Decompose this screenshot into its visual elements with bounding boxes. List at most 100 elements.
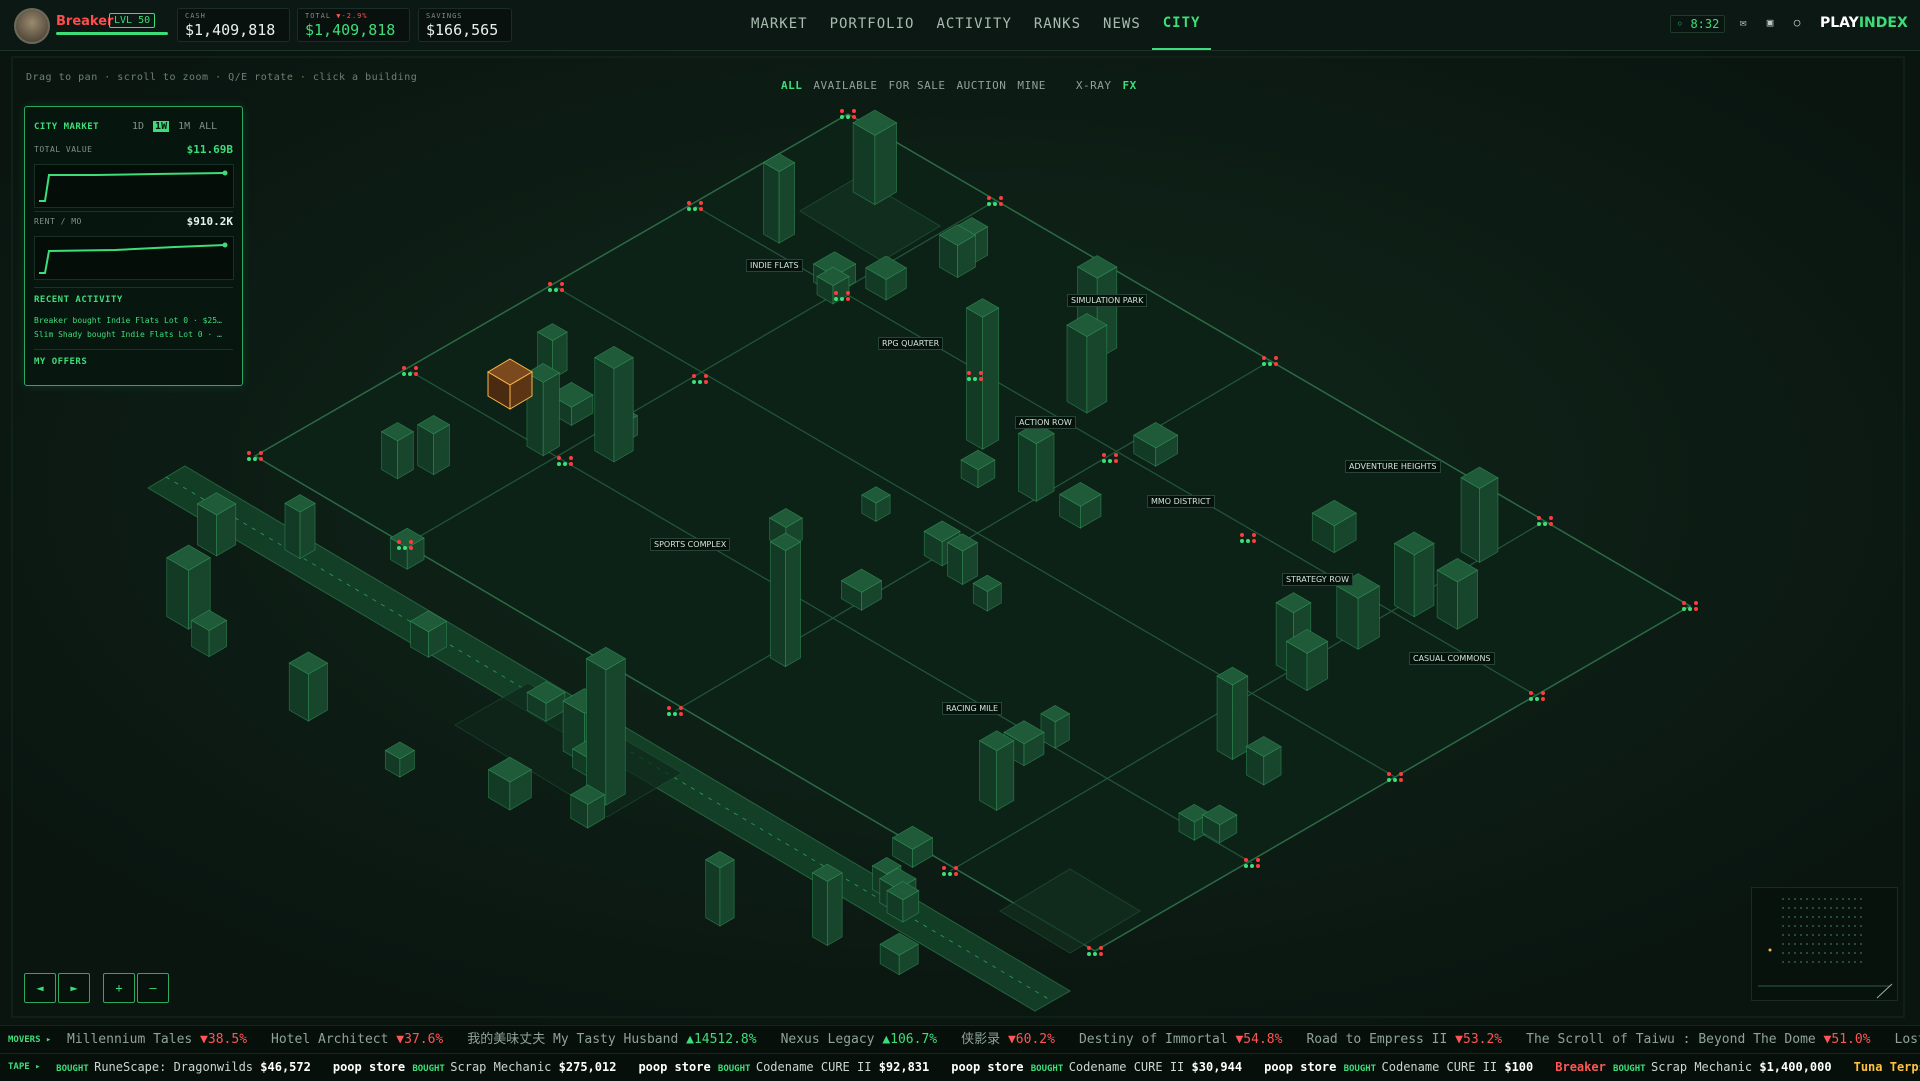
range-1m[interactable]: 1M <box>178 121 190 132</box>
building[interactable] <box>938 224 977 279</box>
brand-logo[interactable]: PLAYINDEX <box>1820 15 1908 31</box>
building[interactable] <box>1460 466 1499 564</box>
mover-item[interactable]: Hotel Architect ▼37.6% <box>271 1026 443 1054</box>
building[interactable] <box>409 610 448 658</box>
building[interactable] <box>978 730 1015 811</box>
district-label-casual-commons[interactable]: CASUAL COMMONS <box>1409 652 1495 665</box>
building[interactable] <box>1436 557 1479 630</box>
filter-for-sale[interactable]: FOR SALE <box>888 79 945 92</box>
trade-item[interactable]: Tuna Terps SOLD Co <box>1854 1054 1920 1081</box>
trade-item[interactable]: Breaker BOUGHT Scrap Mechanic $1,400,000 <box>1555 1054 1831 1081</box>
district-label-indie-flats[interactable]: INDIE FLATS <box>746 259 803 272</box>
building[interactable] <box>886 880 920 923</box>
range-all[interactable]: ALL <box>199 121 217 132</box>
trade-item[interactable]: poop store BOUGHT Codename CURE II $92,8… <box>638 1054 929 1081</box>
building[interactable] <box>811 863 843 947</box>
building[interactable] <box>190 609 228 658</box>
building[interactable] <box>705 850 735 927</box>
filter-xray[interactable]: X-RAY <box>1076 79 1112 92</box>
mover-item[interactable]: Destiny of Immortal ▼54.8% <box>1079 1026 1283 1054</box>
square-icon[interactable]: ▣ <box>1764 17 1776 29</box>
building[interactable] <box>1285 628 1329 692</box>
rotate-left-button[interactable]: ◄ <box>24 973 56 1003</box>
building[interactable] <box>1066 313 1108 414</box>
trade-item-name: Scrap Mechanic <box>450 1060 559 1074</box>
clock-badge: ◦ 8:32 <box>1670 15 1726 33</box>
tab-portfolio[interactable]: PORTFOLIO <box>819 0 926 50</box>
my-offers-button[interactable]: MY OFFERS <box>34 357 87 367</box>
tape-ticker: TAPE ▸ BOUGHT RuneScape: Dragonwilds $46… <box>0 1053 1920 1081</box>
tab-news[interactable]: NEWS <box>1092 0 1152 50</box>
district-label-racing-mile[interactable]: RACING MILE <box>942 702 1003 715</box>
district-label-simulation-park[interactable]: SIMULATION PARK <box>1067 294 1148 307</box>
player-name[interactable]: Breaker <box>56 14 113 29</box>
city-map[interactable] <box>0 51 1920 1024</box>
building[interactable] <box>972 574 1002 612</box>
divider <box>34 349 233 350</box>
building[interactable] <box>380 422 415 480</box>
mover-item[interactable]: Millennium Tales ▼38.5% <box>67 1026 247 1054</box>
mover-name: 我的美味丈夫 My Tasty Husband <box>467 1032 679 1047</box>
mover-item[interactable]: Lost Castl <box>1895 1026 1920 1054</box>
mover-item[interactable]: Nexus Legacy ▲106.7% <box>781 1026 938 1054</box>
trade-item[interactable]: poop store BOUGHT Codename CURE II $30,9… <box>951 1054 1242 1081</box>
building[interactable] <box>762 153 796 244</box>
building[interactable] <box>1216 666 1249 761</box>
building[interactable] <box>594 345 634 463</box>
building[interactable] <box>288 651 329 722</box>
trade-price: $92,831 <box>878 1060 930 1074</box>
trade-item[interactable]: poop store BOUGHT Scrap Mechanic $275,01… <box>333 1054 617 1081</box>
district-label-mmo-district[interactable]: MMO DISTRICT <box>1147 495 1215 508</box>
trade-item[interactable]: poop store BOUGHT Codename CURE II $100 <box>1264 1054 1533 1081</box>
building[interactable] <box>1017 422 1055 502</box>
trade-action: BOUGHT <box>1613 1064 1651 1074</box>
tab-market[interactable]: MARKET <box>740 0 819 50</box>
rotate-right-button[interactable]: ► <box>58 973 90 1003</box>
cash-stat: CASH $1,409,818 <box>177 8 290 42</box>
filter-auction[interactable]: AUCTION <box>956 79 1006 92</box>
filter-available[interactable]: AVAILABLE <box>813 79 877 92</box>
filter-mine[interactable]: MINE <box>1017 79 1046 92</box>
mover-name: Lost Castl <box>1894 1032 1920 1047</box>
avatar[interactable] <box>14 8 50 44</box>
district-label-sports-complex[interactable]: SPORTS COMPLEX <box>650 538 731 551</box>
activity-item[interactable]: Slim Shady bought Indie Flats Lot 0 · … <box>34 330 234 339</box>
mover-name: Destiny of Immortal <box>1078 1032 1228 1047</box>
district-label-action-row[interactable]: ACTION ROW <box>1015 416 1076 429</box>
trade-item[interactable]: BOUGHT RuneScape: Dragonwilds $46,572 <box>56 1054 311 1081</box>
circle-icon[interactable]: ○ <box>1791 17 1803 29</box>
range-1w[interactable]: 1W <box>153 121 170 132</box>
building[interactable] <box>196 492 237 557</box>
mover-item[interactable]: Road to Empress II ▼53.2% <box>1306 1026 1502 1054</box>
total-stat: TOTAL ▼-2.9% $1,409,818 <box>297 8 410 42</box>
building[interactable] <box>1040 704 1070 749</box>
mail-icon[interactable]: ✉ <box>1737 17 1749 29</box>
district-label-rpg-quarter[interactable]: RPG QUARTER <box>878 337 944 350</box>
building[interactable] <box>417 415 451 476</box>
filter-all[interactable]: ALL <box>781 79 802 92</box>
building[interactable] <box>1245 736 1282 786</box>
tab-ranks[interactable]: RANKS <box>1023 0 1092 50</box>
district-label-strategy-row[interactable]: STRATEGY ROW <box>1282 573 1353 586</box>
building[interactable] <box>946 533 979 586</box>
tab-activity[interactable]: ACTIVITY <box>925 0 1022 50</box>
range-1d[interactable]: 1D <box>132 121 144 132</box>
zoom-in-button[interactable]: + <box>103 973 135 1003</box>
mover-item[interactable]: 我的美味丈夫 My Tasty Husband ▲14512.8% <box>467 1026 756 1054</box>
trade-price: $275,012 <box>558 1060 617 1074</box>
mover-item[interactable]: The Scroll of Taiwu : Beyond The Dome ▼5… <box>1526 1026 1870 1054</box>
zoom-out-button[interactable]: – <box>137 973 169 1003</box>
building[interactable] <box>769 532 802 668</box>
minimap[interactable] <box>1751 887 1898 1001</box>
building[interactable] <box>852 109 898 206</box>
mover-item[interactable]: 侠影录 ▼60.2% <box>961 1026 1055 1054</box>
filter-fx[interactable]: FX <box>1122 79 1136 92</box>
activity-item[interactable]: Breaker bought Indie Flats Lot 0 · $25… <box>34 316 234 325</box>
building[interactable] <box>570 784 606 829</box>
city-viewport[interactable]: INDIE FLATS SIMULATION PARK RPG QUARTER … <box>0 51 1920 1024</box>
building[interactable] <box>1393 531 1435 618</box>
district-label-adventure-heights[interactable]: ADVENTURE HEIGHTS <box>1345 460 1441 473</box>
building[interactable] <box>585 646 626 806</box>
building[interactable] <box>284 494 316 560</box>
tab-city[interactable]: CITY <box>1151 0 1212 50</box>
